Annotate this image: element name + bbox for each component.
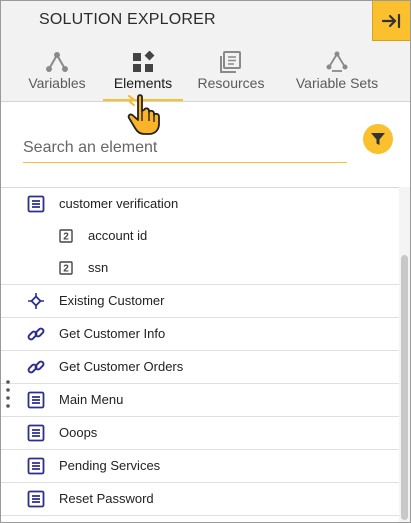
list-item-child[interactable]: 2 ssn — [1, 252, 399, 285]
tab-variable-sets[interactable]: Variable Sets — [291, 41, 383, 101]
tab-variables-label: Variables — [28, 75, 86, 91]
list-item-label: Pending Services — [59, 458, 161, 473]
resize-handle-icon[interactable] — [6, 379, 10, 409]
list-item-label: Reset Password — [59, 491, 154, 506]
panel-title: SOLUTION EXPLORER — [39, 11, 216, 28]
tab-elements-label: Elements — [113, 75, 173, 91]
link-icon — [27, 327, 45, 341]
collapse-panel-button[interactable] — [372, 1, 410, 41]
list-scrollbar[interactable] — [399, 187, 410, 522]
element-list: customer verification 2 account id 2 ssn… — [1, 187, 399, 522]
diamond-node-icon — [28, 293, 44, 309]
scroll-thumb[interactable] — [401, 255, 408, 520]
tab-resources[interactable]: Resources — [193, 41, 269, 101]
list-item[interactable]: Ooops — [1, 417, 399, 450]
list-item[interactable]: Reset Password — [1, 483, 399, 516]
number-2-icon: 2 — [59, 229, 73, 243]
list-item[interactable]: customer verification — [1, 188, 399, 220]
list-doc-icon — [27, 490, 45, 508]
list-item[interactable]: Pending Services — [1, 450, 399, 483]
solution-explorer-panel: SOLUTION EXPLORER Variables Elements Res… — [0, 0, 411, 523]
list-doc-icon — [27, 195, 45, 213]
tab-elements[interactable]: Elements — [103, 41, 183, 101]
list-item-label: Get Customer Info — [59, 326, 166, 341]
svg-text:2: 2 — [63, 232, 69, 243]
list-item-label: ssn — [88, 260, 109, 275]
list-item-label: account id — [88, 228, 148, 243]
list-item[interactable]: Main Menu — [1, 384, 399, 417]
tab-bar: Variables Elements Resources Variable Se… — [1, 41, 410, 102]
stacked-documents-icon — [220, 51, 241, 73]
number-2-icon: 2 — [59, 261, 73, 275]
list-item-label: Existing Customer — [59, 293, 165, 308]
panel-header: SOLUTION EXPLORER — [1, 1, 410, 41]
tab-resources-label: Resources — [197, 75, 265, 91]
list-item-child[interactable]: 2 account id — [1, 220, 399, 252]
list-item-label: customer verification — [59, 196, 179, 211]
link-icon — [27, 360, 45, 374]
filter-icon — [371, 133, 385, 145]
list-item[interactable]: Existing Customer — [1, 285, 399, 318]
search-input[interactable] — [23, 136, 347, 160]
list-item-label: Ooops — [59, 425, 98, 440]
svg-text:2: 2 — [63, 264, 69, 275]
shapes-icon — [133, 51, 155, 72]
arrow-right-to-bar-icon — [382, 13, 401, 28]
list-item-label: Main Menu — [59, 392, 124, 407]
search-field — [23, 136, 347, 163]
list-item[interactable]: Get Customer Info — [1, 318, 399, 351]
list-doc-icon — [27, 457, 45, 475]
filter-button[interactable] — [363, 124, 393, 154]
hand-pointer-cursor-icon — [127, 94, 160, 135]
list-item-label: Get Customer Orders — [59, 359, 184, 374]
list-item[interactable]: Get Customer Orders — [1, 351, 399, 384]
share-nodes-icon — [46, 52, 68, 72]
list-doc-icon — [27, 424, 45, 442]
list-doc-icon — [27, 391, 45, 409]
variable-sets-icon — [326, 51, 348, 72]
tab-variables[interactable]: Variables — [23, 41, 91, 101]
tab-variable-sets-label: Variable Sets — [295, 75, 379, 91]
